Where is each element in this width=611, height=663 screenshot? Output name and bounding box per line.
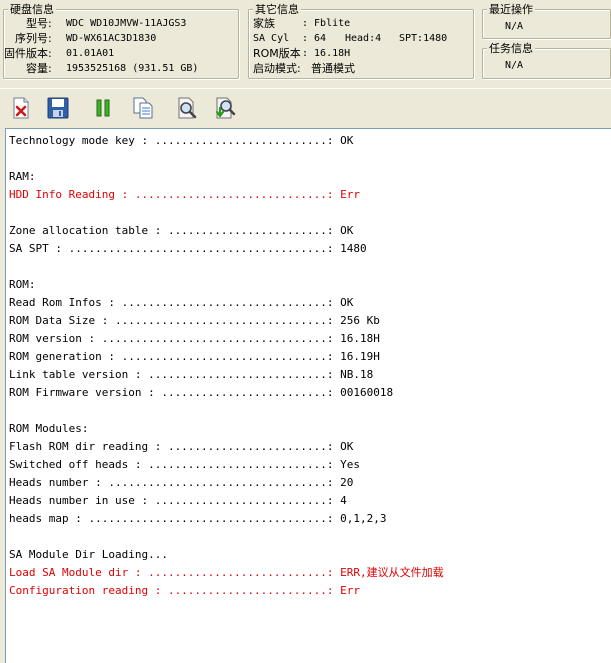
serial-label: 序列号: (15, 32, 52, 45)
other-info-group: 其它信息 家族 : Fblite SA Cyl : 64 Head:4 SPT:… (248, 3, 474, 79)
sacyl-label: SA Cyl (253, 33, 290, 44)
log-line: heads map : ............................… (9, 512, 387, 525)
search-button[interactable] (174, 95, 200, 121)
log-line: Zone allocation table : ................… (9, 224, 354, 237)
log-line: ROM Modules: (9, 422, 89, 435)
task-info-group: 任务信息 N/A (482, 42, 611, 79)
sacyl-value: : 64 (302, 33, 327, 44)
log-line: SA SPT : ...............................… (9, 242, 367, 255)
info-panel: 硬盘信息 型号: WDC WD10JMVW-11AJGS3 序列号: WD-WX… (0, 0, 611, 88)
search-download-button[interactable] (212, 95, 238, 121)
log-line: Read Rom Infos : .......................… (9, 296, 354, 309)
boot-mode-label: 启动模式: (253, 62, 301, 75)
capacity-label: 容量: (26, 62, 52, 75)
recent-op-title: 最近操作 (487, 3, 535, 16)
spt-value: SPT:1480 (399, 33, 448, 44)
model-label: 型号: (26, 17, 52, 30)
task-info-value: N/A (505, 60, 524, 71)
pause-button[interactable] (90, 95, 116, 121)
recent-op-value: N/A (505, 21, 524, 32)
log-output[interactable]: Technology mode key : ..................… (5, 128, 611, 663)
log-line: ROM Firmware version : .................… (9, 386, 394, 399)
capacity-value: 1953525168 (931.51 GB) (66, 63, 199, 74)
log-line: Heads number : .........................… (9, 476, 354, 489)
copy-icon (133, 97, 153, 119)
log-line: Flash ROM dir reading : ................… (9, 440, 354, 453)
rom-version-value: : 16.18H (302, 48, 351, 59)
disk-info-group: 硬盘信息 型号: WDC WD10JMVW-11AJGS3 序列号: WD-WX… (3, 3, 239, 79)
pause-icon (96, 99, 110, 117)
log-line: Link table version : ...................… (9, 368, 374, 381)
doc-delete-button[interactable] (8, 95, 34, 121)
firmware-value: 01.01A01 (66, 48, 115, 59)
copy-button[interactable] (130, 95, 156, 121)
save-button[interactable] (45, 95, 71, 121)
task-info-title: 任务信息 (487, 42, 535, 55)
save-icon (47, 97, 69, 119)
serial-value: WD-WX61AC3D1830 (66, 33, 157, 44)
search-icon (178, 97, 197, 119)
other-info-title: 其它信息 (253, 3, 301, 16)
doc-delete-icon (13, 97, 29, 119)
log-line: Switched off heads : ...................… (9, 458, 360, 471)
model-value: WDC WD10JMVW-11AJGS3 (66, 18, 187, 29)
log-line: Heads number in use : ..................… (9, 494, 347, 507)
log-line-error: Configuration reading : ................… (9, 584, 360, 597)
log-line: ROM generation : .......................… (9, 350, 380, 363)
disk-info-title: 硬盘信息 (8, 3, 56, 16)
boot-mode-value: 普通模式 (311, 62, 355, 75)
log-line: Technology mode key : ..................… (9, 134, 354, 147)
head-value: Head:4 (345, 33, 382, 44)
family-value: : Fblite (302, 18, 351, 29)
rom-version-label: ROM版本 (253, 47, 301, 60)
log-line: ROM Data Size : ........................… (9, 314, 380, 327)
log-line: RAM: (9, 170, 36, 183)
log-line-error: Load SA Module dir : ...................… (9, 566, 444, 579)
toolbar (0, 88, 611, 126)
firmware-label: 固件版本: (4, 47, 52, 60)
log-line: SA Module Dir Loading... (9, 548, 168, 561)
search-download-icon (215, 97, 236, 119)
log-line: ROM: (9, 278, 36, 291)
family-label: 家族 (253, 17, 275, 30)
log-line: ROM version : ..........................… (9, 332, 380, 345)
log-line-error: HDD Info Reading : .....................… (9, 188, 360, 201)
recent-op-group: 最近操作 N/A (482, 3, 611, 39)
